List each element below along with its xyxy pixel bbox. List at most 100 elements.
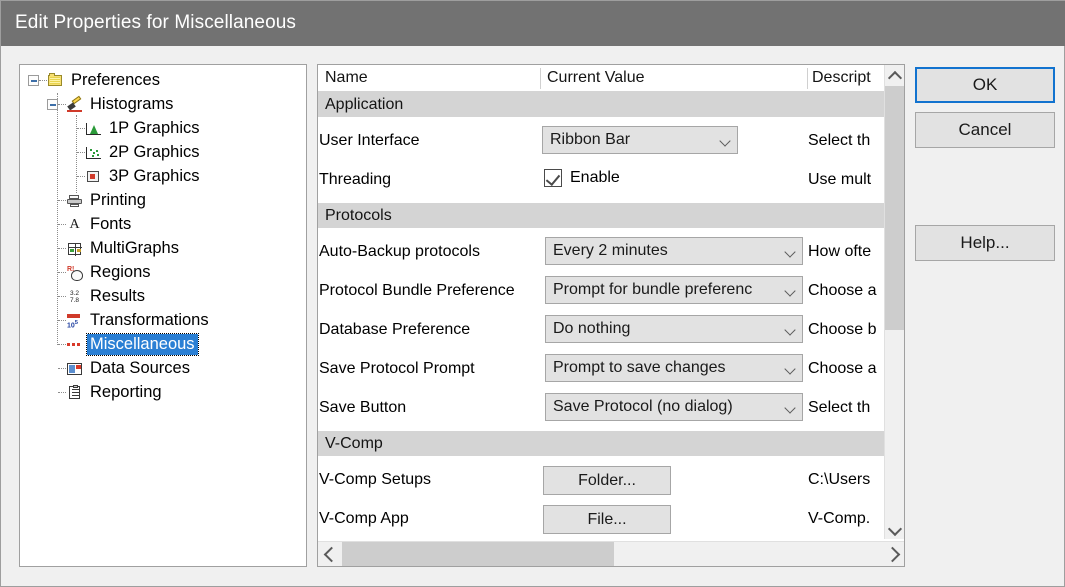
grid-vertical-scrollbar[interactable] [884,65,904,539]
tree-item-printing[interactable]: Printing [47,189,149,212]
cancel-button[interactable]: Cancel [915,112,1055,148]
chevron-down-icon[interactable] [780,394,802,420]
chevron-down-icon[interactable] [780,355,802,381]
property-description: Select th [808,131,880,151]
property-browse-button[interactable]: File... [543,505,671,534]
vertical-scroll-thumb[interactable] [885,86,904,330]
tree-item-data-sources[interactable]: Data Sources [47,357,193,380]
property-checkbox-row[interactable]: Enable [544,169,620,187]
font-letter-a-icon: A [66,217,83,233]
property-combobox[interactable]: Every 2 minutes [545,237,803,265]
tree-item-3p-graphics[interactable]: 3P Graphics [66,165,203,188]
property-name: Threading [319,170,391,190]
combobox-value: Prompt to save changes [553,358,780,378]
tree-item-histograms[interactable]: Histograms [47,93,176,116]
tree-expander-icon[interactable] [47,99,58,110]
property-description: Choose a [808,281,880,301]
scatterplot-icon [85,145,102,161]
property-combobox[interactable]: Save Protocol (no dialog) [545,393,803,421]
property-description: How ofte [808,242,880,262]
scroll-right-icon[interactable] [882,542,904,566]
tree-item-label: Regions [87,262,154,283]
scroll-left-icon[interactable] [318,542,340,566]
property-combobox[interactable]: Prompt to save changes [545,354,803,382]
preferences-tree[interactable]: Preferences Histograms 1P Graphics 2P Graph… [19,64,307,567]
enable-checkbox[interactable] [544,169,562,187]
column-header-current-value[interactable]: Current Value [547,65,805,91]
ok-button[interactable]: OK [915,67,1055,103]
data-source-icon [66,361,83,377]
tree-item-miscellaneous[interactable]: Miscellaneous [47,333,198,356]
property-combobox[interactable]: Ribbon Bar [542,126,738,154]
property-description: C:\Users [808,470,880,490]
grid-horizontal-scrollbar[interactable] [318,541,904,566]
combobox-value: Ribbon Bar [550,130,715,150]
tree-item-1p-graphics[interactable]: 1P Graphics [66,117,203,140]
tree-item-label: 1P Graphics [106,118,203,139]
property-name: Save Button [319,398,406,418]
tree-item-multigraphs[interactable]: MultiGraphs [47,237,182,260]
property-combobox[interactable]: Do nothing [545,315,803,343]
property-name: V-Comp App [319,509,409,529]
property-combobox[interactable]: Prompt for bundle preferenc [545,276,803,304]
tree-connector [58,296,66,298]
brush-icon [66,97,83,113]
red-dots-icon [66,337,83,353]
combobox-value: Prompt for bundle preferenc [553,280,780,300]
section-label: Application [325,94,403,115]
tree-item-label: Printing [87,190,149,211]
printer-icon [66,193,83,209]
chevron-down-icon[interactable] [780,316,802,342]
property-name: Auto-Backup protocols [319,242,480,262]
tree-item-fonts[interactable]: AFonts [47,213,134,236]
tree-item-label: Reporting [87,382,165,403]
tree-item-label: Preferences [68,70,163,91]
tree-connector [58,224,66,226]
grid-section-header: Application [318,92,904,117]
tree-item-regions[interactable]: R!Regions [47,261,154,284]
scroll-down-icon[interactable] [885,520,904,539]
property-name: Protocol Bundle Preference [319,281,515,301]
tree-connector [77,152,85,154]
column-divider[interactable] [807,68,808,89]
column-divider[interactable] [540,68,541,89]
horizontal-scroll-thumb[interactable] [342,542,614,566]
tree-connector [58,104,66,106]
tree-item-label: Data Sources [87,358,193,379]
tree-item-transformations[interactable]: 105Transformations [47,309,212,332]
property-name: User Interface [319,131,419,151]
edit-properties-dialog: Edit Properties for Miscellaneous Prefer… [0,0,1065,587]
tree-item-label: MultiGraphs [87,238,182,259]
scroll-up-icon[interactable] [885,65,904,84]
tree-item-label: Miscellaneous [87,334,198,355]
chevron-down-icon[interactable] [715,127,737,153]
chevron-down-icon[interactable] [780,238,802,264]
tree-connector [77,128,85,130]
property-description: Choose a [808,359,880,379]
column-header-description[interactable]: Descript [812,65,880,91]
tree-expander-icon[interactable] [28,75,39,86]
numbers-icon: 3.27.8 [66,289,83,305]
property-grid[interactable]: Name Current Value Descript Application U… [317,64,905,567]
section-label: V-Comp [325,433,383,454]
help-button[interactable]: Help... [915,225,1055,261]
grid-section-header: Protocols [318,203,904,228]
tree-item-results[interactable]: 3.27.8Results [47,285,148,308]
tree-item-preferences[interactable]: Preferences [28,69,163,92]
tree-item-reporting[interactable]: Reporting [47,381,165,404]
chevron-down-icon[interactable] [780,277,802,303]
property-name: Save Protocol Prompt [319,359,475,379]
tree-item-label: Histograms [87,94,176,115]
grid-icon [66,241,83,257]
combobox-value: Every 2 minutes [553,241,780,261]
tree-connector [58,344,66,346]
tree-item-label: 2P Graphics [106,142,203,163]
column-header-name[interactable]: Name [325,65,545,91]
tree-item-2p-graphics[interactable]: 2P Graphics [66,141,203,164]
tree-item-label: Results [87,286,148,307]
combobox-value: Do nothing [553,319,780,339]
property-browse-button[interactable]: Folder... [543,466,671,495]
tree-connector [77,176,85,178]
grid-header: Name Current Value Descript [318,65,904,92]
tree-item-label: 3P Graphics [106,166,203,187]
